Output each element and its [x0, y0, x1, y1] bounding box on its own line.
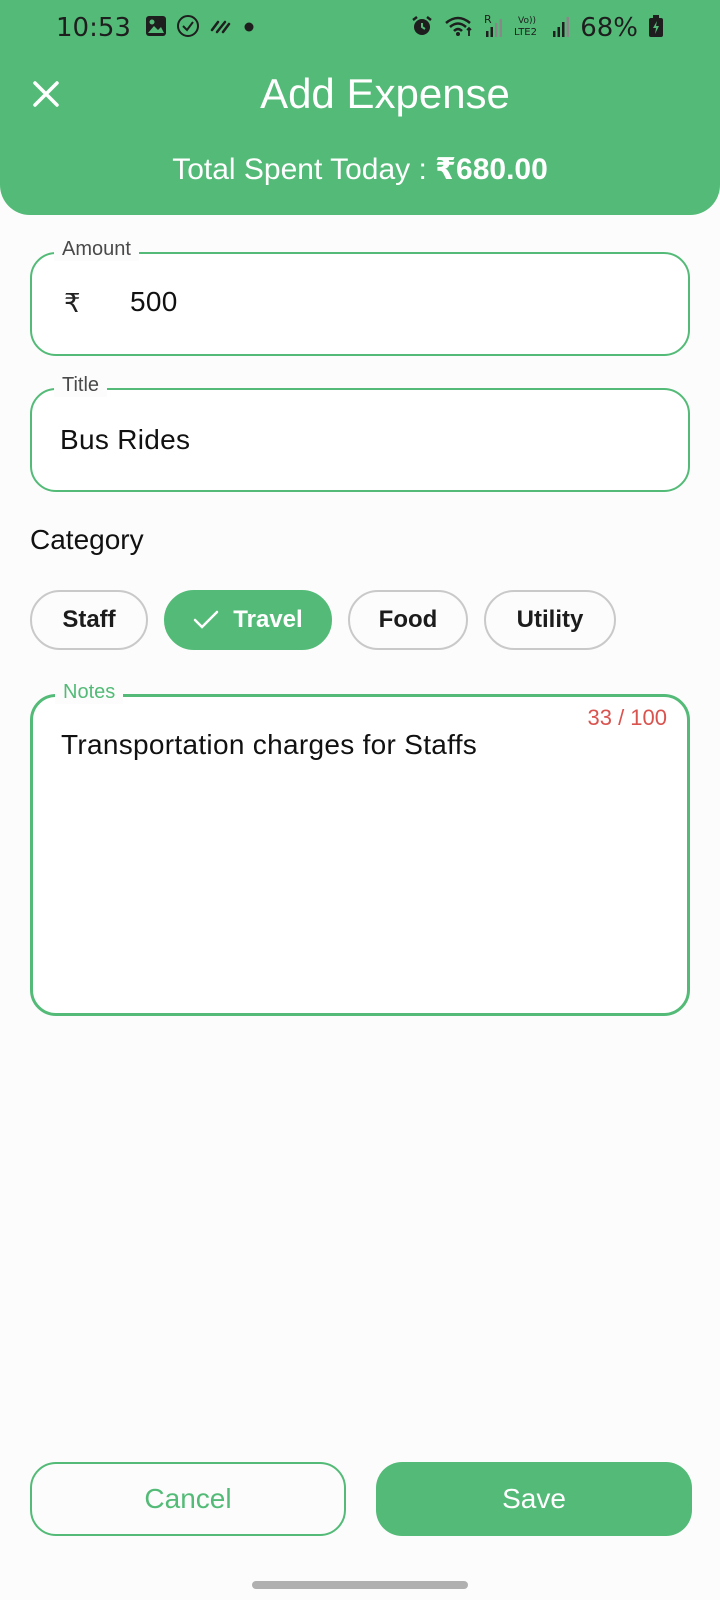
cancel-label: Cancel	[144, 1483, 232, 1514]
total-spent-amount: ₹680.00	[435, 153, 548, 186]
chip-staff[interactable]: Staff	[30, 590, 148, 650]
signal-waves-icon	[209, 16, 233, 40]
page-title: Add Expense	[260, 70, 510, 117]
alarm-icon	[410, 14, 434, 42]
total-spent-label: Total Spent Today :	[172, 153, 436, 186]
save-label: Save	[502, 1483, 566, 1514]
check-icon	[193, 609, 219, 631]
rupee-icon: ₹	[64, 288, 81, 318]
cancel-button[interactable]: Cancel	[30, 1462, 346, 1536]
chip-travel[interactable]: Travel	[164, 590, 332, 650]
volte-icon: Vo)) LTE2	[514, 13, 542, 43]
signal-icon	[552, 14, 570, 42]
status-time: 10:53	[56, 13, 131, 43]
total-spent-today: Total Spent Today : ₹680.00	[0, 152, 720, 187]
svg-text:Vo)): Vo))	[518, 16, 536, 26]
gallery-icon	[145, 15, 167, 41]
chip-label: Staff	[62, 606, 116, 633]
battery-percent: 68%	[580, 13, 638, 43]
amount-input[interactable]: 500	[130, 286, 178, 318]
chip-label: Utility	[516, 606, 584, 633]
title-field[interactable]: Title Bus Rides	[30, 374, 690, 492]
svg-text:LTE2: LTE2	[514, 27, 537, 38]
category-chips: Staff Travel Food Utility	[30, 590, 616, 650]
title-input[interactable]: Bus Rides	[60, 424, 190, 456]
amount-label: Amount	[54, 238, 139, 261]
title-label: Title	[54, 374, 108, 397]
save-button[interactable]: Save	[376, 1462, 692, 1536]
notes-input[interactable]: Transportation charges for Staffs	[61, 729, 477, 761]
signal-icon: R	[484, 13, 504, 43]
wifi-icon	[444, 14, 474, 42]
app-header: 10:53 R Vo)) LTE2 68% Add Expense Total …	[0, 0, 720, 215]
home-indicator[interactable]	[252, 1581, 468, 1589]
battery-icon	[648, 14, 664, 42]
notes-field[interactable]: Notes 33 / 100 Transportation charges fo…	[30, 681, 690, 1016]
status-bar: 10:53 R Vo)) LTE2 68%	[0, 0, 720, 56]
dot-icon	[242, 19, 256, 38]
chip-food[interactable]: Food	[348, 590, 468, 650]
chip-utility[interactable]: Utility	[484, 590, 616, 650]
svg-text:R: R	[484, 13, 492, 26]
amount-field[interactable]: Amount ₹ 500	[30, 238, 690, 356]
notes-label: Notes	[55, 681, 124, 704]
chip-label: Travel	[233, 606, 303, 633]
chip-label: Food	[378, 606, 438, 633]
notes-char-counter: 33 / 100	[587, 705, 667, 730]
category-label: Category	[30, 524, 144, 555]
check-circle-icon	[176, 14, 200, 42]
